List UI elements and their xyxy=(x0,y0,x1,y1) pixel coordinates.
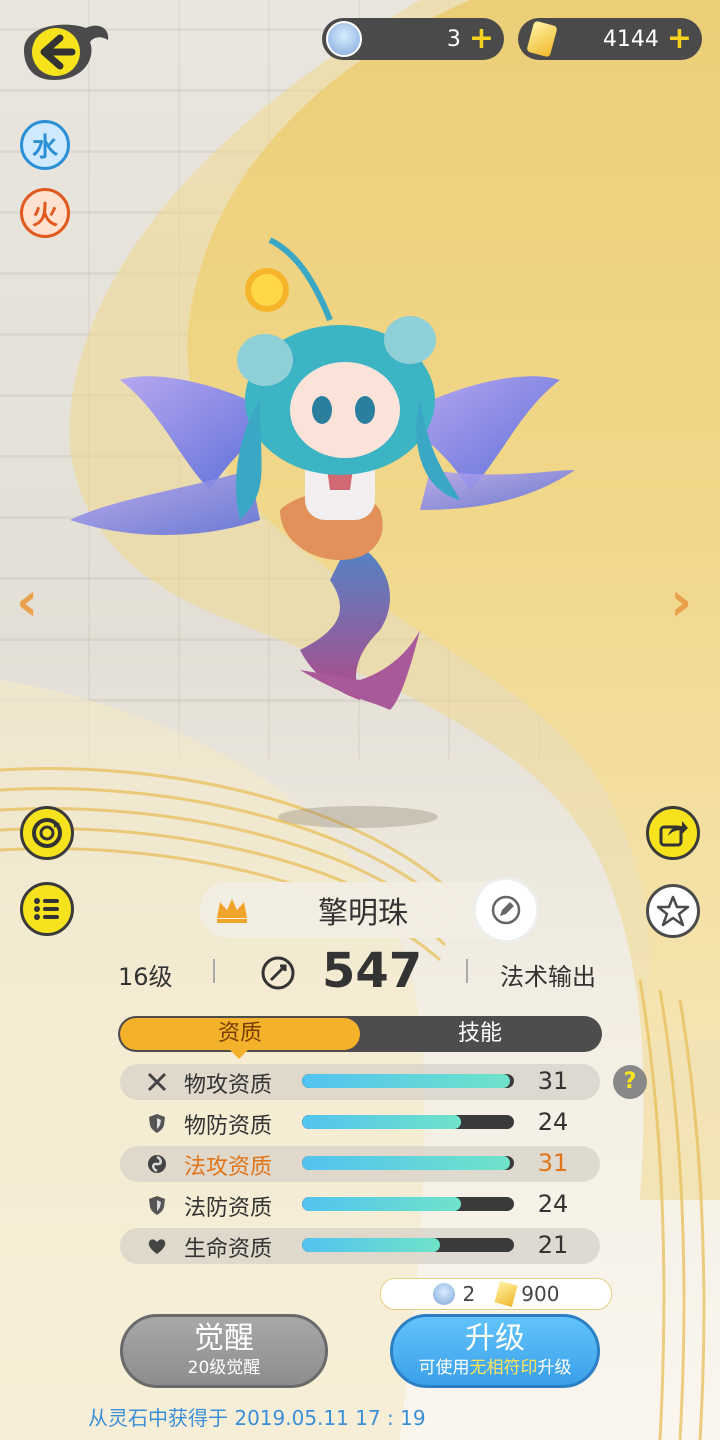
heart-icon xyxy=(148,1239,166,1254)
detail-tabs: 资质 技能 xyxy=(120,1018,600,1050)
stat-value: 24 xyxy=(537,1108,569,1136)
upgrade-label: 升级 xyxy=(465,1321,525,1356)
pet-character-illustration xyxy=(70,237,575,710)
stat-bar xyxy=(302,1197,514,1211)
stat-bar-fill xyxy=(302,1115,461,1129)
pet-info-row: 16级 547 法术输出 xyxy=(0,943,720,1001)
tab-aptitude[interactable]: 资质 xyxy=(120,1018,360,1050)
stat-row: 法攻资质 31 xyxy=(120,1146,600,1182)
stat-row: 生命资质 21 xyxy=(120,1228,600,1264)
upgrade-hint-item: 无相符印 xyxy=(469,1358,538,1378)
add-gold-button[interactable]: + xyxy=(667,24,692,54)
gem-counter: 3 + xyxy=(322,18,504,60)
upgrade-hint: 可使用无相符印升级 xyxy=(393,1357,597,1379)
list-icon xyxy=(34,898,59,920)
stat-bar-fill xyxy=(302,1197,461,1211)
cost-gold: 900 xyxy=(521,1282,560,1306)
magic-swirl-icon xyxy=(148,1155,166,1173)
crossed-swords-icon xyxy=(147,1072,167,1092)
spirit-gem-icon xyxy=(326,21,362,57)
stat-label: 物防资质 xyxy=(184,1114,273,1139)
stat-bar xyxy=(302,1115,514,1129)
upgrade-button[interactable]: 升级 可使用无相符印升级 xyxy=(390,1314,600,1388)
shield-icon xyxy=(149,1196,165,1215)
stat-value: 21 xyxy=(537,1231,569,1259)
rotate-button[interactable] xyxy=(20,806,74,860)
gold-counter: 4144 + xyxy=(518,18,702,60)
pet-name: 擎明珠 xyxy=(318,896,408,931)
spirit-gem-icon xyxy=(432,1283,455,1305)
upgrade-hint-post: 升级 xyxy=(537,1358,572,1378)
gold-crystal-icon xyxy=(526,20,558,58)
upgrade-hint-pre: 可使用 xyxy=(418,1358,470,1378)
combat-power-icon xyxy=(261,956,295,990)
stat-value: 24 xyxy=(537,1190,569,1218)
tab-skills[interactable]: 技能 xyxy=(360,1018,600,1050)
stat-label: 物攻资质 xyxy=(184,1073,273,1098)
stat-label: 法攻资质 xyxy=(184,1155,273,1180)
rename-button[interactable] xyxy=(476,880,536,940)
stat-value: 31 xyxy=(537,1149,569,1177)
pet-detail-screen: 3 + 4144 + 水 火 ‹ › 擎明珠 16级 547 法术输出 资质 技… xyxy=(0,0,720,1440)
edit-pen-icon xyxy=(491,895,521,925)
stat-label: 生命资质 xyxy=(184,1237,273,1262)
cost-gems: 2 xyxy=(462,1282,476,1306)
favorite-button[interactable] xyxy=(646,884,700,938)
awaken-requirement: 20级觉醒 xyxy=(187,1358,261,1378)
upgrade-cost: 2 900 xyxy=(380,1278,612,1310)
help-button[interactable]: ? xyxy=(613,1065,647,1099)
divider xyxy=(466,959,468,983)
stat-row: 物防资质 24 xyxy=(120,1105,600,1141)
share-icon xyxy=(659,821,688,847)
tab-pointer xyxy=(230,1050,248,1059)
element-water-badge[interactable]: 水 xyxy=(20,120,70,170)
stat-bar xyxy=(302,1156,514,1170)
star-icon xyxy=(656,895,690,927)
rotate-icon xyxy=(32,818,62,848)
stat-bar-fill xyxy=(302,1238,440,1252)
share-button[interactable] xyxy=(646,806,700,860)
divider xyxy=(213,959,215,983)
combat-power-value: 547 xyxy=(322,943,423,999)
gold-crystal-icon xyxy=(494,1281,518,1307)
previous-pet-arrow-icon[interactable]: ‹ xyxy=(16,570,38,633)
stat-row: 物攻资质 31 xyxy=(120,1064,600,1100)
character-shadow xyxy=(278,806,438,828)
obtained-info: 从灵石中获得于 2019.05.11 17 : 19 xyxy=(88,1406,426,1430)
back-arrow-icon xyxy=(24,24,109,80)
stat-bar xyxy=(302,1074,514,1088)
next-pet-arrow-icon[interactable]: › xyxy=(670,570,692,633)
stat-bar-fill xyxy=(302,1156,510,1170)
pet-level: 16级 xyxy=(118,963,173,991)
stat-value: 31 xyxy=(537,1067,569,1095)
pet-name-plate: 擎明珠 xyxy=(200,880,536,940)
stat-row: 法防资质 24 xyxy=(120,1187,600,1223)
awaken-label: 觉醒 xyxy=(194,1321,254,1356)
stat-label: 法防资质 xyxy=(184,1196,273,1221)
list-menu-button[interactable] xyxy=(20,882,74,936)
stat-bar xyxy=(302,1238,514,1252)
shield-icon xyxy=(149,1114,165,1133)
pet-role: 法术输出 xyxy=(500,963,596,991)
awaken-button[interactable]: 觉醒 20级觉醒 xyxy=(120,1314,328,1388)
back-button[interactable] xyxy=(14,14,114,86)
stat-bar-fill xyxy=(302,1074,510,1088)
add-gems-button[interactable]: + xyxy=(469,24,494,54)
gold-amount: 4144 xyxy=(602,26,659,52)
crown-icon xyxy=(217,899,247,923)
gem-amount: 3 xyxy=(446,26,461,52)
